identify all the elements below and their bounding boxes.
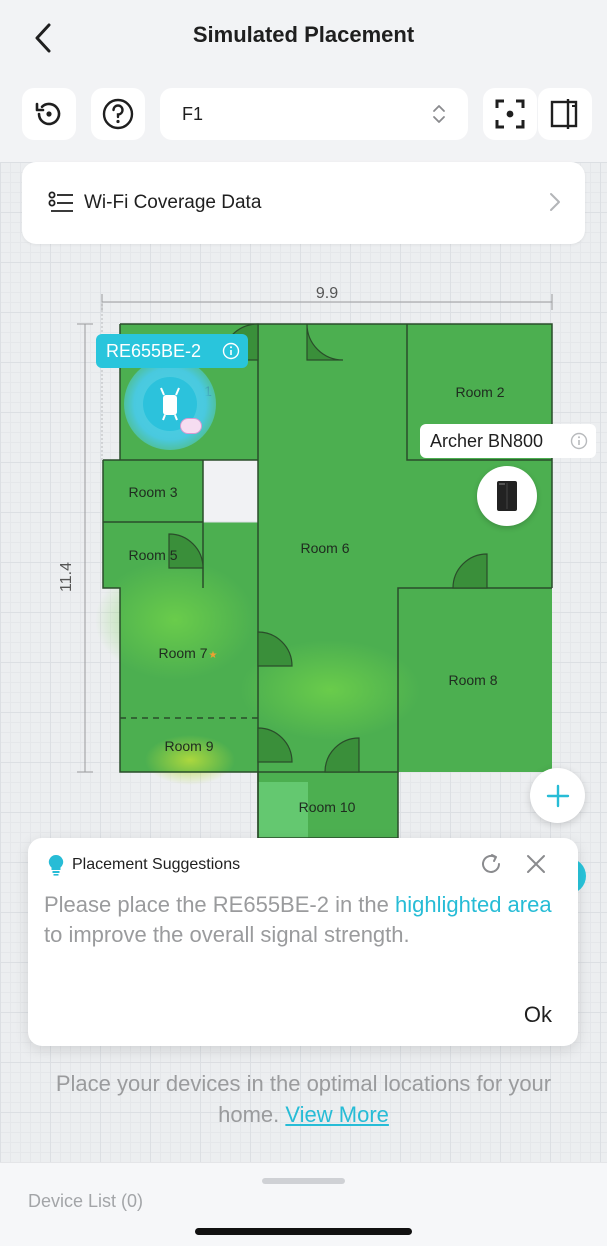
placement-suggestions-popup: Placement Suggestions Please place the R… (28, 838, 578, 1046)
highlighted-area-link[interactable]: highlighted area (395, 892, 552, 917)
router-icon (497, 481, 517, 511)
toolbar: F1 (0, 88, 607, 142)
room-label: Room 2 (455, 384, 504, 400)
add-device-button[interactable] (530, 768, 585, 823)
router-name: Archer BN800 (430, 430, 544, 451)
placement-hint: Place your devices in the optimal locati… (55, 1071, 552, 1127)
wifi-coverage-card[interactable]: Wi-Fi Coverage Data (22, 162, 585, 244)
floor-selector[interactable]: F1 (160, 88, 468, 140)
room-label: Room 3 (128, 484, 177, 500)
floor-value: F1 (182, 103, 204, 124)
focus-button[interactable] (483, 88, 537, 140)
height-dimension (77, 323, 93, 773)
sheet-handle[interactable] (262, 1178, 345, 1184)
extender-icon (160, 387, 180, 421)
room-label: Room 7 (158, 645, 207, 661)
plus-icon (546, 784, 569, 807)
extender-tag[interactable]: RE655BE-2 (96, 334, 248, 368)
close-icon[interactable] (524, 852, 548, 876)
router-device[interactable] (477, 466, 537, 526)
suggestion-text: Please place the RE655BE-2 in the highli… (44, 892, 552, 947)
ok-button[interactable]: Ok (524, 1002, 552, 1028)
width-label: 9.9 (316, 285, 338, 302)
device-list-sheet[interactable]: Device List (0) (0, 1162, 607, 1246)
split-view-icon (550, 99, 578, 129)
view-more-link[interactable]: View More (285, 1102, 389, 1127)
focus-icon (495, 99, 525, 129)
reset-button[interactable] (22, 88, 76, 140)
extender-name: RE655BE-2 (106, 340, 202, 361)
info-icon[interactable] (222, 342, 240, 360)
help-icon (102, 98, 134, 130)
refresh-icon[interactable] (479, 852, 503, 876)
heat-spot (95, 560, 255, 680)
dead-zone (203, 460, 258, 522)
header: Simulated Placement (0, 0, 607, 78)
home-indicator (195, 1228, 412, 1235)
extender-badge (180, 418, 202, 434)
lightbulb-icon (48, 854, 64, 876)
list-settings-icon (48, 191, 73, 212)
star-icon: ★ (209, 650, 218, 661)
split-view-button[interactable] (538, 88, 592, 140)
wifi-coverage-label: Wi-Fi Coverage Data (84, 192, 262, 213)
suggestion-title: Placement Suggestions (72, 856, 241, 873)
height-label: 11.4 (58, 562, 75, 592)
info-icon[interactable] (570, 432, 588, 450)
reset-icon (35, 102, 61, 126)
room-label: Room 8 (448, 672, 497, 688)
device-list-label: Device List (0) (28, 1191, 144, 1211)
room-label: Room 6 (300, 540, 349, 556)
help-button[interactable] (91, 88, 145, 140)
room-label: Room 5 (128, 547, 177, 563)
room-label: Room 10 (299, 799, 356, 815)
page-title: Simulated Placement (192, 22, 415, 47)
chevron-right-icon (550, 193, 560, 211)
updown-chevron-icon (433, 105, 445, 123)
router-tag[interactable]: Archer BN800 (420, 424, 596, 458)
room-label: Room 9 (164, 738, 213, 754)
suggestion-header: Placement Suggestions (48, 854, 240, 876)
